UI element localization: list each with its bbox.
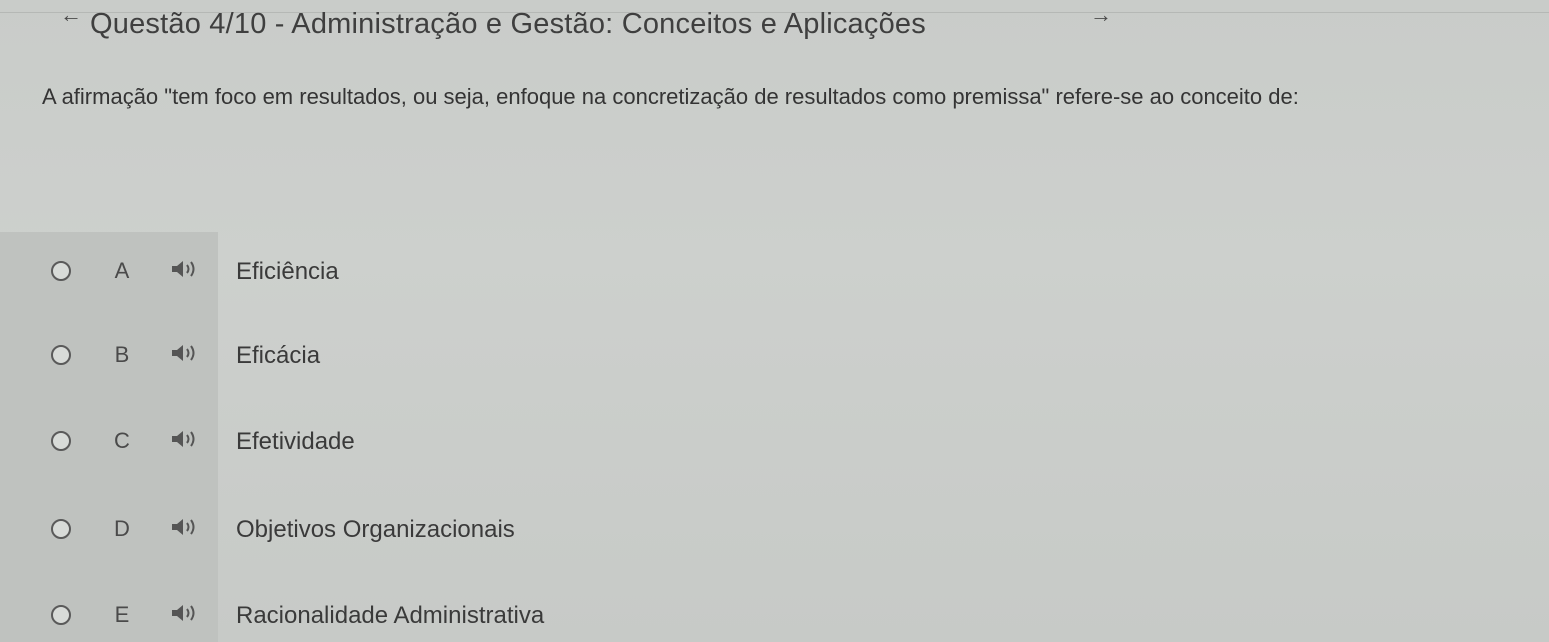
arrow-right-icon[interactable]: →: [1088, 4, 1114, 26]
speaker-icon[interactable]: [170, 258, 198, 280]
option-letter: D: [114, 516, 130, 541]
radio-button[interactable]: [51, 431, 71, 451]
option-text: Eficiência: [236, 258, 339, 285]
option-text: Eficácia: [236, 342, 321, 369]
option-b[interactable]: B Eficácia: [0, 334, 1549, 378]
speaker-icon[interactable]: [170, 342, 198, 364]
option-text: Racionalidade Administrativa: [236, 602, 545, 629]
option-letter: E: [114, 602, 130, 627]
speaker-icon[interactable]: [170, 602, 198, 624]
radio-button[interactable]: [51, 519, 71, 539]
option-letter: C: [114, 428, 130, 453]
option-letter: B: [114, 342, 130, 367]
speaker-icon[interactable]: [170, 516, 198, 538]
option-a[interactable]: A Eficiência: [0, 250, 1549, 294]
option-c[interactable]: C Efetividade: [0, 420, 1549, 464]
option-d[interactable]: D Objetivos Organizacionais: [0, 508, 1549, 552]
radio-button[interactable]: [51, 345, 71, 365]
option-letter: A: [114, 258, 130, 283]
radio-button[interactable]: [51, 261, 71, 281]
radio-button[interactable]: [51, 605, 71, 625]
page-title: Questão 4/10 - Administração e Gestão: C…: [90, 8, 926, 40]
question-header: ← Questão 4/10 - Administração e Gestão:…: [0, 0, 1549, 60]
question-text: A afirmação "tem foco em resultados, ou …: [42, 84, 1299, 109]
speaker-icon[interactable]: [170, 428, 198, 450]
arrow-left-icon[interactable]: ←: [58, 4, 84, 26]
option-e[interactable]: E Racionalidade Administrativa: [0, 594, 1549, 638]
option-text: Efetividade: [236, 428, 355, 455]
option-text: Objetivos Organizacionais: [236, 516, 515, 543]
